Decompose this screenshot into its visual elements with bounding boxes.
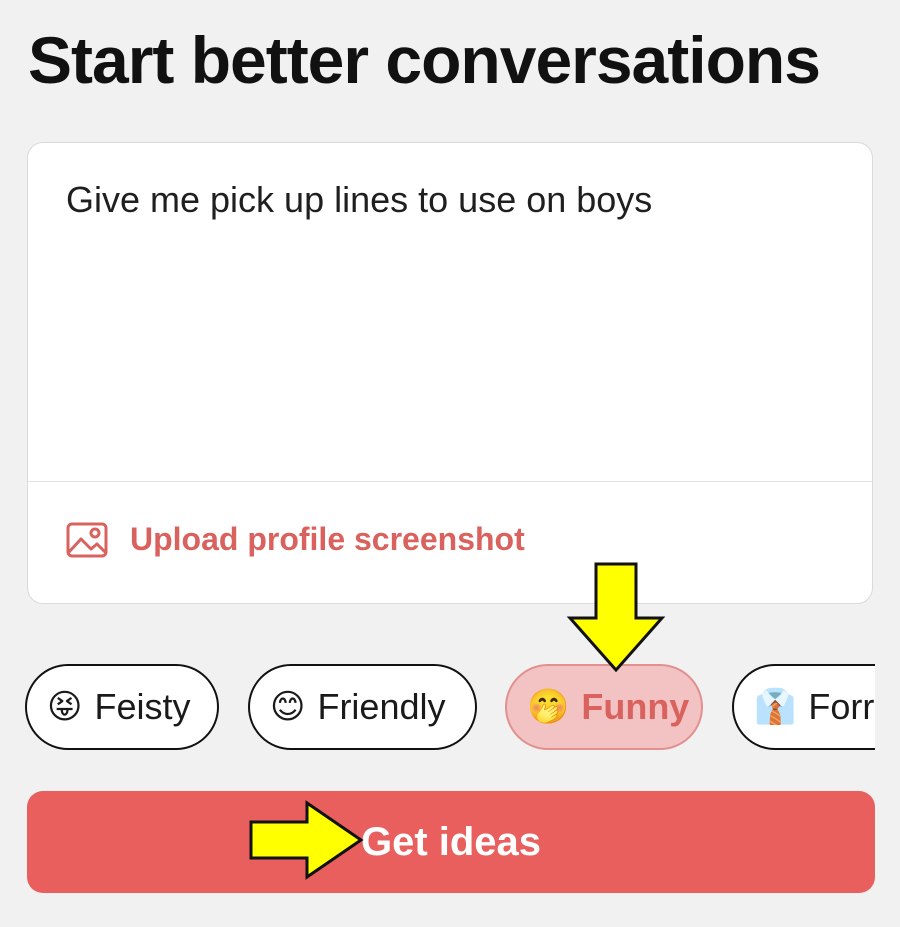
tone-chip-label: Forr bbox=[808, 686, 875, 727]
tone-chip-feisty[interactable]: 😝 Feisty bbox=[25, 664, 219, 750]
upload-screenshot-button[interactable]: Upload profile screenshot bbox=[66, 521, 525, 558]
upload-label: Upload profile screenshot bbox=[130, 521, 525, 557]
necktie-emoji-icon: 👔 bbox=[754, 688, 797, 726]
hand-over-mouth-emoji-icon: 🤭 bbox=[527, 688, 570, 726]
tone-chip-label: Funny bbox=[581, 686, 690, 727]
card-divider bbox=[28, 481, 872, 482]
smiling-face-emoji-icon: 😊 bbox=[270, 688, 306, 726]
tone-chip-label: Feisty bbox=[94, 686, 191, 727]
squinting-tongue-emoji-icon: 😝 bbox=[47, 688, 83, 726]
tone-chip-formal[interactable]: 👔 Forr bbox=[732, 664, 875, 750]
prompt-input[interactable]: Give me pick up lines to use on boys bbox=[66, 179, 652, 221]
get-ideas-label: Get ideas bbox=[360, 819, 542, 864]
image-icon bbox=[66, 522, 108, 557]
tone-chip-row: 😝 Feisty 😊 Friendly 🤭 Funny 👔 Forr bbox=[0, 662, 875, 754]
page-title: Start better conversations bbox=[28, 23, 821, 97]
prompt-card: Give me pick up lines to use on boys Upl… bbox=[27, 142, 873, 604]
tone-chip-funny[interactable]: 🤭 Funny bbox=[505, 664, 703, 750]
tone-chip-label: Friendly bbox=[317, 686, 446, 727]
tone-chip-friendly[interactable]: 😊 Friendly bbox=[248, 664, 477, 750]
get-ideas-button[interactable]: Get ideas bbox=[27, 791, 875, 893]
